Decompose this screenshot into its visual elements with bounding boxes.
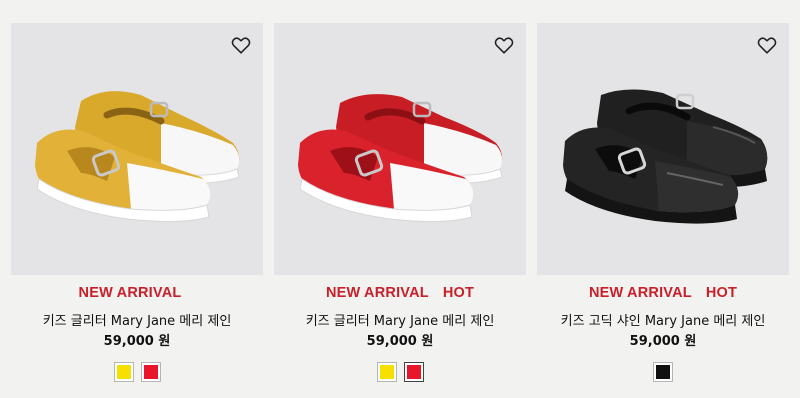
product-name[interactable]: 키즈 글리터 Mary Jane 메리 제인 [11, 310, 263, 329]
color-swatches [11, 362, 263, 382]
product-name[interactable]: 키즈 고딕 샤인 Mary Jane 메리 제인 [537, 310, 789, 329]
product-card[interactable]: NEW ARRIVAL HOT 키즈 글리터 Mary Jane 메리 제인 59… [274, 23, 526, 398]
swatch-yellow[interactable] [376, 362, 397, 382]
product-name[interactable]: 키즈 글리터 Mary Jane 메리 제인 [274, 310, 526, 329]
badge-new-arrival: NEW ARRIVAL [588, 285, 692, 301]
product-badges: NEW ARRIVAL [11, 285, 263, 301]
product-badges: NEW ARRIVAL HOT [274, 285, 526, 301]
shoe-illustration [563, 89, 768, 224]
swatch-yellow[interactable] [113, 362, 134, 382]
product-card[interactable]: NEW ARRIVAL 키즈 글리터 Mary Jane 메리 제인 59,00… [11, 23, 263, 398]
color-swatches [274, 362, 526, 382]
heart-icon[interactable] [493, 34, 515, 56]
shoe-illustration [35, 91, 240, 223]
swatch-red[interactable] [403, 362, 424, 382]
heart-icon[interactable] [230, 34, 252, 56]
product-price: 59,000 원 [366, 334, 434, 349]
product-card[interactable]: NEW ARRIVAL HOT 키즈 고딕 샤인 Mary Jane 메리 제인 … [537, 23, 789, 398]
badge-hot: HOT [442, 285, 475, 301]
product-badges: NEW ARRIVAL HOT [537, 285, 789, 301]
product-price: 59,000 원 [629, 334, 697, 349]
product-image[interactable] [274, 23, 526, 275]
badge-hot: HOT [705, 285, 738, 301]
badge-new-arrival: NEW ARRIVAL [78, 285, 182, 301]
product-image[interactable] [537, 23, 789, 275]
shoe-illustration [298, 94, 503, 223]
badge-new-arrival: NEW ARRIVAL [325, 285, 429, 301]
color-swatches [537, 362, 789, 382]
heart-icon[interactable] [756, 34, 778, 56]
swatch-red[interactable] [140, 362, 161, 382]
product-image[interactable] [11, 23, 263, 275]
swatch-black[interactable] [653, 362, 673, 382]
product-price: 59,000 원 [103, 334, 171, 349]
